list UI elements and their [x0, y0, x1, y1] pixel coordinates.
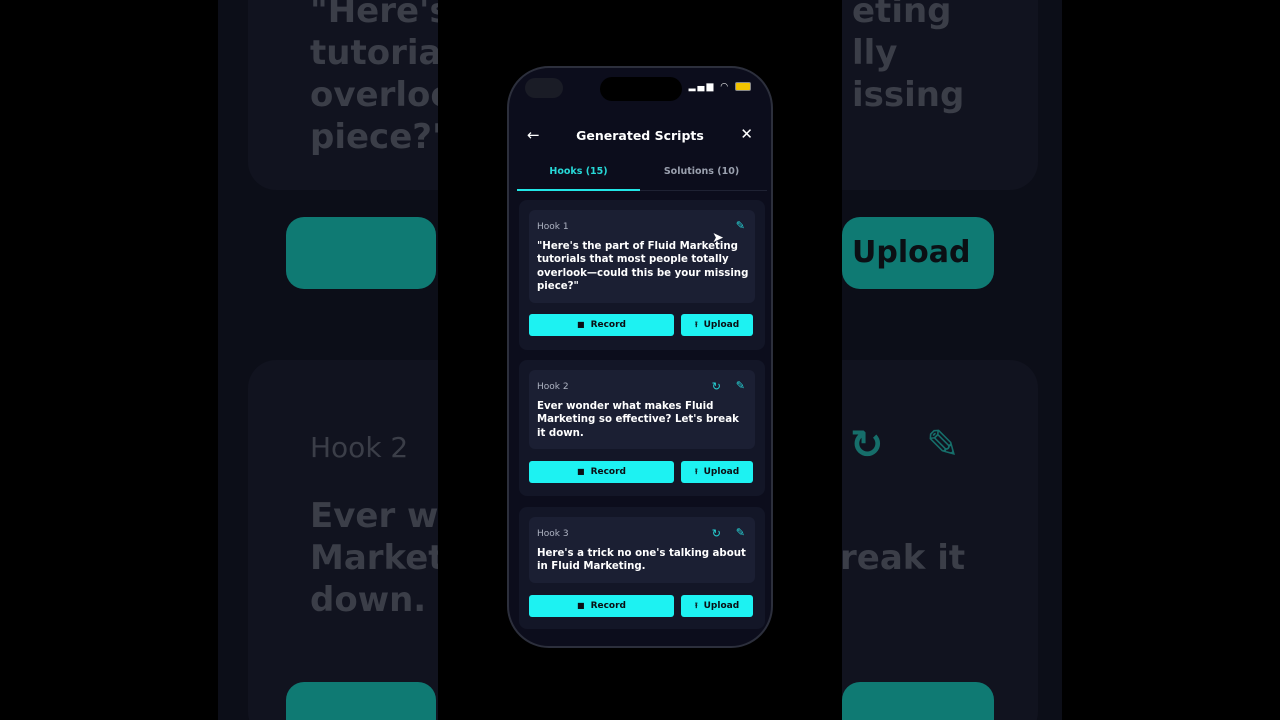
- phone-screen: ▂▄▆ ◠ ← Generated Scripts ✕ Hooks (15) S…: [507, 66, 773, 648]
- bg-refresh-icon: ↻: [850, 422, 884, 468]
- bg-hook1-text-right: eting lly issing: [852, 0, 965, 115]
- tab-hooks[interactable]: Hooks (15): [517, 166, 640, 177]
- hook-label: Hook 3: [537, 529, 569, 539]
- edit-icon[interactable]: ✎: [736, 219, 745, 232]
- status-bar: ▂▄▆ ◠: [509, 68, 771, 112]
- bg-upload-button: Upload: [842, 217, 994, 289]
- screen-record-indicator: [525, 78, 563, 98]
- upload-button[interactable]: ⭱ Upload: [681, 595, 753, 617]
- upload-label: Upload: [703, 467, 740, 477]
- page-title: Generated Scripts: [576, 128, 704, 143]
- mouse-cursor-icon: ➤: [712, 230, 724, 246]
- battery-icon: [735, 82, 751, 91]
- header: ← Generated Scripts ✕: [509, 120, 771, 150]
- hook-card: Hook 1 ✎ "Here's the part of Fluid Marke…: [519, 200, 765, 350]
- video-camera-icon: ■: [577, 467, 585, 476]
- video-camera-icon: ■: [577, 320, 585, 329]
- hook-card: Hook 2 ↻ ✎ Ever wonder what makes Fluid …: [519, 360, 765, 496]
- record-button[interactable]: ■ Record: [529, 461, 674, 483]
- refresh-icon[interactable]: ↻: [712, 380, 721, 393]
- upload-icon: ⭱: [694, 467, 698, 476]
- upload-label: Upload: [703, 320, 740, 330]
- hook-label: Hook 2: [537, 382, 569, 392]
- hook-text: Here's a trick no one's talking about in…: [537, 548, 746, 573]
- refresh-icon[interactable]: ↻: [712, 527, 721, 540]
- edit-icon[interactable]: ✎: [736, 379, 745, 392]
- dynamic-island: [600, 77, 682, 101]
- edit-icon[interactable]: ✎: [736, 526, 745, 539]
- tab-solutions[interactable]: Solutions (10): [640, 166, 763, 177]
- bg-hook1-text-left: "Here's tutorial overloo piece?": [310, 0, 454, 157]
- bg-hook2-text-right: reak it: [840, 538, 966, 578]
- bg-edit-icon: ✎: [926, 422, 960, 468]
- hook-content: Hook 3 ↻ ✎ Here's a trick no one's talki…: [529, 517, 755, 583]
- bg-record-button: [286, 217, 436, 289]
- bg-hook2-label: Hook 2: [310, 431, 409, 464]
- upload-icon: ⭱: [694, 320, 698, 329]
- hook-content: Hook 1 ✎ "Here's the part of Fluid Marke…: [529, 210, 755, 303]
- wifi-icon: ◠: [720, 82, 731, 92]
- video-camera-icon: ■: [577, 601, 585, 610]
- upload-icon: ⭱: [694, 601, 698, 610]
- upload-label: Upload: [703, 601, 740, 611]
- upload-button[interactable]: ⭱ Upload: [681, 461, 753, 483]
- upload-button[interactable]: ⭱ Upload: [681, 314, 753, 336]
- bg-upload-button-2: [842, 682, 994, 720]
- record-button[interactable]: ■ Record: [529, 314, 674, 336]
- status-icons: ▂▄▆ ◠: [689, 82, 751, 92]
- record-button[interactable]: ■ Record: [529, 595, 674, 617]
- bg-record-button-2: [286, 682, 436, 720]
- close-icon[interactable]: ✕: [740, 125, 753, 143]
- signal-icon: ▂▄▆: [688, 82, 716, 92]
- hook-label: Hook 1: [537, 222, 569, 232]
- hook-content: Hook 2 ↻ ✎ Ever wonder what makes Fluid …: [529, 370, 755, 449]
- active-tab-indicator: [517, 189, 640, 191]
- hook-text: Ever wonder what makes Fluid Marketing s…: [537, 401, 739, 439]
- bg-upload-label: Upload: [852, 235, 971, 270]
- hook-text: "Here's the part of Fluid Marketing tuto…: [537, 241, 749, 293]
- hook-card: Hook 3 ↻ ✎ Here's a trick no one's talki…: [519, 507, 765, 629]
- record-label: Record: [590, 320, 626, 330]
- record-label: Record: [590, 467, 626, 477]
- tab-bar: Hooks (15) Solutions (10): [517, 162, 767, 191]
- record-label: Record: [590, 601, 626, 611]
